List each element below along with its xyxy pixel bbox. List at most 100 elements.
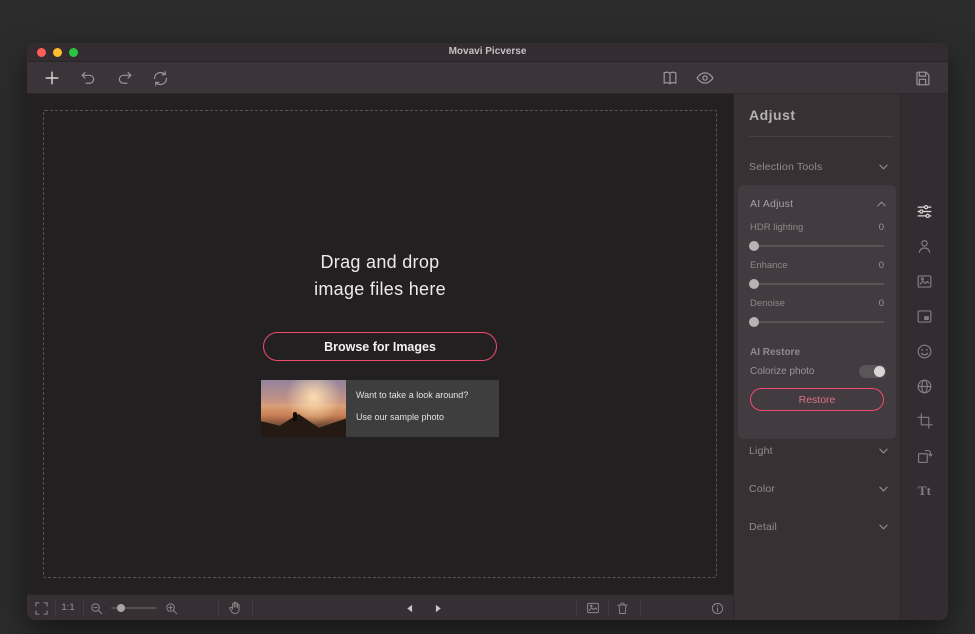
chevron-down-icon <box>879 164 888 170</box>
next-image-button[interactable] <box>427 598 447 618</box>
undo-icon <box>79 69 98 88</box>
section-label: Light <box>749 445 773 457</box>
person-icon <box>915 237 934 256</box>
tool-stickers[interactable] <box>912 339 938 363</box>
statusbar-separator <box>252 600 253 615</box>
statusbar-separator <box>55 600 56 615</box>
statusbar-separator <box>218 600 219 615</box>
tool-change-background[interactable] <box>912 269 938 293</box>
zoom-ratio-button[interactable]: 1:1 <box>57 602 79 613</box>
zoom-in-button[interactable] <box>161 598 181 618</box>
info-icon <box>710 601 725 616</box>
section-label: Color <box>749 483 775 495</box>
tool-crop[interactable] <box>912 409 938 433</box>
slider-thumb[interactable] <box>749 279 759 289</box>
slider-label: Denoise <box>750 298 785 309</box>
delete-image-button[interactable] <box>612 598 632 618</box>
section-selection-tools[interactable]: Selection Tools <box>734 155 900 179</box>
ai-restore-label: AI Restore <box>750 347 800 358</box>
status-bar: 1:1 <box>27 594 733 620</box>
colorize-photo-toggle[interactable] <box>859 365 886 378</box>
preview-original-button[interactable] <box>694 67 716 89</box>
zoom-in-icon <box>164 601 179 616</box>
colorize-photo-row: Colorize photo <box>750 364 886 379</box>
chevron-up-icon <box>877 201 886 207</box>
sample-photo-text: Want to take a look around? Use our samp… <box>346 380 499 437</box>
desktop-background: Movavi Picverse <box>0 0 975 634</box>
image-dropzone[interactable]: Drag and drop image files here Browse fo… <box>43 110 717 578</box>
hand-tool-button[interactable] <box>225 598 245 618</box>
chevron-down-icon <box>879 524 888 530</box>
statusbar-separator <box>640 600 641 615</box>
zoom-out-button[interactable] <box>86 598 106 618</box>
chevron-down-icon <box>879 486 888 492</box>
slider-thumb[interactable] <box>749 317 759 327</box>
tool-effects[interactable] <box>912 374 938 398</box>
adjust-panel: Adjust Selection Tools AI Adjust <box>733 94 900 620</box>
tool-rotate[interactable] <box>912 444 938 468</box>
browse-for-images-button[interactable]: Browse for Images <box>263 332 497 361</box>
chevron-down-icon <box>879 448 888 454</box>
ai-adjust-title: AI Adjust <box>750 198 793 210</box>
zoom-slider-thumb[interactable] <box>117 604 125 612</box>
zoom-out-icon <box>89 601 104 616</box>
slider-label: HDR lighting <box>750 222 803 233</box>
slider-value: 0 <box>879 260 884 271</box>
app-window: Movavi Picverse <box>27 43 948 620</box>
dropzone-caption-line1: Drag and drop <box>44 249 716 276</box>
save-disk-icon <box>913 69 932 88</box>
statusbar-separator <box>608 600 609 615</box>
reset-changes-button[interactable] <box>149 67 171 89</box>
sync-icon <box>151 69 170 88</box>
tool-insert-image[interactable] <box>912 304 938 328</box>
denoise-slider[interactable] <box>750 321 884 323</box>
previous-image-button[interactable] <box>400 598 420 618</box>
enhance-slider[interactable] <box>750 283 884 285</box>
statusbar-separator <box>576 600 577 615</box>
smiley-icon <box>915 342 934 361</box>
fit-to-screen-button[interactable] <box>31 598 51 618</box>
undo-button[interactable] <box>77 67 99 89</box>
next-arrow-icon <box>431 602 444 615</box>
section-detail[interactable]: Detail <box>734 515 900 539</box>
title-bar: Movavi Picverse <box>27 43 948 62</box>
info-button[interactable] <box>707 598 727 618</box>
trash-icon <box>615 601 630 616</box>
dropzone-caption: Drag and drop image files here <box>44 249 716 303</box>
section-color[interactable]: Color <box>734 477 900 501</box>
toolbar-left-group <box>41 67 171 89</box>
compare-book-icon <box>660 68 680 88</box>
sample-photo-thumbnail <box>261 380 346 437</box>
zoom-slider[interactable] <box>111 607 157 609</box>
add-image-button[interactable] <box>41 67 63 89</box>
slider-thumb[interactable] <box>749 241 759 251</box>
save-button[interactable] <box>911 67 933 89</box>
fit-to-screen-icon <box>34 601 49 616</box>
restore-button[interactable]: Restore <box>750 388 884 411</box>
toggle-knob <box>874 366 885 377</box>
before-after-compare-button[interactable] <box>659 67 681 89</box>
hdr-lighting-slider[interactable] <box>750 245 884 247</box>
image-mountain-icon <box>915 272 934 291</box>
slider-value: 0 <box>879 222 884 233</box>
sample-photo-card[interactable]: Want to take a look around? Use our samp… <box>261 380 499 437</box>
section-label: Selection Tools <box>749 161 822 173</box>
window-title: Movavi Picverse <box>27 46 948 57</box>
tool-adjust[interactable] <box>912 199 938 223</box>
section-light[interactable]: Light <box>734 439 900 463</box>
redo-button[interactable] <box>113 67 135 89</box>
tool-retouch[interactable] <box>912 234 938 258</box>
slider-label: Enhance <box>750 260 788 271</box>
show-image-button[interactable] <box>583 598 603 618</box>
sphere-icon <box>915 377 934 396</box>
tool-text[interactable]: Tt <box>912 479 938 503</box>
section-label: Detail <box>749 521 777 533</box>
picture-in-picture-icon <box>915 307 934 326</box>
statusbar-separator <box>83 600 84 615</box>
redo-icon <box>115 69 134 88</box>
crop-icon <box>916 412 934 430</box>
plus-icon <box>42 68 62 88</box>
window-body: Drag and drop image files here Browse fo… <box>27 94 948 620</box>
panel-title: Adjust <box>749 107 796 123</box>
ai-adjust-header[interactable]: AI Adjust <box>750 195 886 213</box>
